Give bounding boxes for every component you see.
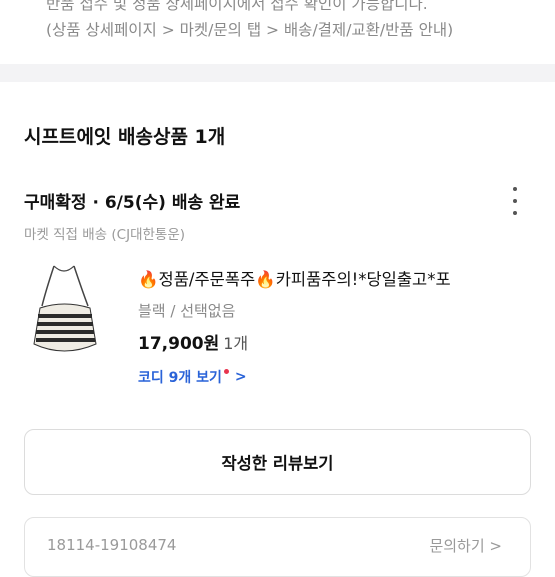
coordi-link-label: 코디 9개 보기: [138, 370, 222, 386]
view-review-button[interactable]: 작성한 리뷰보기: [24, 429, 531, 495]
notice-line-1: 반품 접수 및 정품 상세페이지에서 접수 확인이 가능합니다.: [46, 0, 428, 13]
chevron-right-icon: >: [489, 537, 502, 555]
delivery-method: 마켓 직접 배송 (CJ대한통운): [24, 227, 186, 243]
view-coordi-link[interactable]: 코디 9개 보기 >: [138, 367, 247, 387]
product-thumbnail[interactable]: [26, 262, 102, 358]
inquiry-label: 문의하기: [429, 537, 485, 555]
product-name[interactable]: 🔥정품/주문폭주🔥카피품주의!*당일출고*포: [138, 266, 513, 290]
inquiry-link[interactable]: 문의하기 >: [429, 535, 502, 556]
notice-line-2: (상품 상세페이지 > 마켓/문의 탭 > 배송/결제/교환/반품 안내): [46, 21, 454, 39]
chevron-right-icon: >: [234, 369, 247, 385]
price-value: 17,900원: [138, 334, 220, 354]
order-number: 18114-19108474: [47, 536, 177, 554]
shipment-title: 시프트에잇 배송상품 1개: [24, 126, 226, 148]
product-quantity: 1개: [223, 334, 249, 353]
return-notice: 반품 접수 및 정품 상세페이지에서 접수 확인이 가능합니다. (상품 상세페…: [46, 0, 453, 43]
product-price: 17,900원 1개: [138, 329, 248, 354]
more-vertical-icon[interactable]: [506, 187, 524, 215]
product-option: 블랙 / 선택없음: [138, 302, 236, 320]
delivery-status: 구매확정 · 6/5(수) 배송 완료: [24, 193, 241, 213]
order-info-box: 18114-19108474 문의하기 >: [24, 517, 531, 577]
section-divider: [0, 64, 555, 82]
new-badge-dot: [223, 368, 229, 374]
